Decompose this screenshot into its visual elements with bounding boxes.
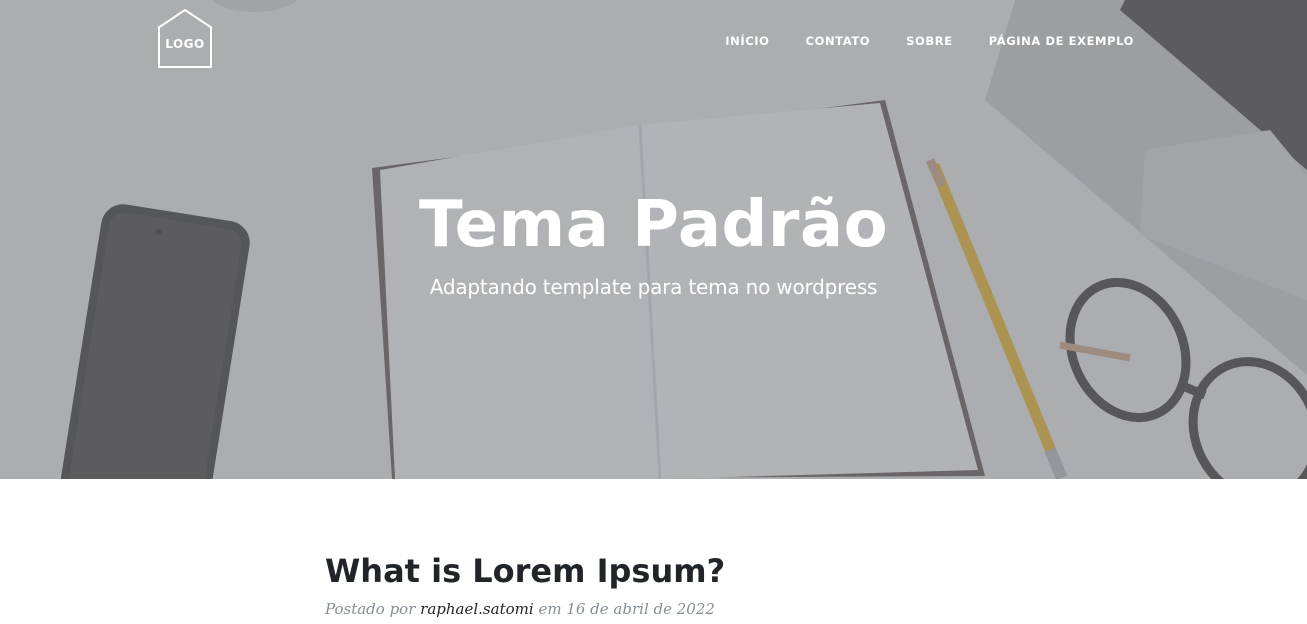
post-meta-prefix: Postado por [325, 600, 416, 618]
main-navigation: INÍCIO CONTATO SOBRE PÁGINA DE EXEMPLO [725, 33, 1134, 49]
nav-item-inicio[interactable]: INÍCIO [725, 33, 769, 49]
nav-item-pagina-de-exemplo[interactable]: PÁGINA DE EXEMPLO [989, 33, 1134, 49]
post-author-link[interactable]: raphael.satomi [420, 600, 533, 618]
nav-item-contato[interactable]: CONTATO [806, 33, 871, 49]
hero-subtitle: Adaptando template para tema no wordpres… [429, 275, 878, 299]
site-logo[interactable]: LOGO [153, 8, 217, 70]
post-meta: Postado por raphael.satomi em 16 de abri… [325, 598, 1025, 620]
post-title-link[interactable]: What is Lorem Ipsum? [325, 548, 1025, 594]
hero-header: LOGO INÍCIO CONTATO SOBRE PÁGINA DE EXEM… [0, 0, 1307, 479]
post-date-prefix: em [538, 600, 562, 618]
post-preview: What is Lorem Ipsum? Postado por raphael… [325, 548, 1025, 620]
hero-title: Tema Padrão [418, 188, 889, 262]
post-date: 16 de abril de 2022 [566, 600, 715, 618]
nav-item-sobre[interactable]: SOBRE [906, 33, 953, 49]
logo-text: LOGO [165, 37, 205, 51]
